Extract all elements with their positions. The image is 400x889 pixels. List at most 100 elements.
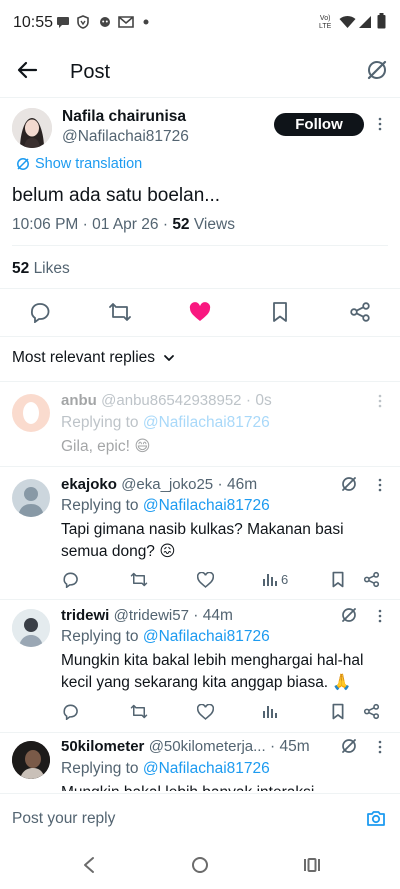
replies-sort-label: Most relevant replies bbox=[12, 349, 156, 366]
show-translation-link[interactable]: Show translation bbox=[16, 156, 142, 172]
reply-author-handle[interactable]: @50kilometerja... bbox=[149, 738, 266, 755]
post-text: belum ada satu boelan... bbox=[12, 185, 221, 206]
reply-author-handle[interactable]: @anbu86542938952 bbox=[101, 392, 241, 409]
likes-stat[interactable]: 52 Likes bbox=[12, 260, 70, 278]
reply-icon[interactable] bbox=[62, 571, 79, 588]
reply-item[interactable]: 50kilometer @50kilometerja... · 45m Repl… bbox=[0, 733, 400, 791]
author-name[interactable]: Nafila chairunisa bbox=[62, 108, 186, 126]
nav-back-icon[interactable] bbox=[82, 856, 96, 874]
replying-to-label: Replying to bbox=[61, 497, 139, 514]
likes-count: 52 bbox=[12, 260, 30, 277]
follow-button[interactable]: Follow bbox=[274, 113, 364, 136]
replying-to-label: Replying to bbox=[61, 414, 139, 431]
like-icon[interactable] bbox=[197, 704, 214, 720]
replying-to-handle[interactable]: @Nafilachai81726 bbox=[143, 760, 270, 777]
wifi-icon bbox=[339, 15, 356, 29]
repost-icon[interactable] bbox=[130, 571, 148, 588]
grok-icon[interactable] bbox=[340, 737, 358, 755]
post-time: 10:06 PM bbox=[12, 216, 79, 233]
grok-icon[interactable] bbox=[365, 58, 389, 82]
gmail-notification-icon bbox=[118, 15, 134, 29]
reply-item[interactable]: anbu @anbu86542938952 · 0s Replying to @… bbox=[0, 382, 400, 466]
more-options-icon[interactable] bbox=[372, 116, 388, 132]
more-options-icon[interactable] bbox=[372, 393, 388, 409]
reply-action-bar bbox=[0, 702, 400, 722]
reply-author-name[interactable]: 50kilometer bbox=[61, 738, 144, 755]
reply-text: Mungkin kita bakal lebih menghargai hal-… bbox=[61, 652, 364, 691]
reply-input-placeholder[interactable]: Post your reply bbox=[12, 810, 115, 828]
top-app-bar: Post bbox=[0, 46, 400, 98]
reply-author-handle[interactable]: @tridewi57 bbox=[114, 607, 189, 624]
more-options-icon[interactable] bbox=[372, 739, 388, 755]
reply-text: Gila, epic! 😄 bbox=[61, 438, 151, 455]
replying-to-label: Replying to bbox=[61, 628, 139, 645]
post-date: 01 Apr 26 bbox=[92, 216, 159, 233]
reply-composer[interactable]: Post your reply bbox=[0, 794, 400, 840]
reply-icon[interactable] bbox=[62, 703, 79, 720]
replying-to-handle[interactable]: @Nafilachai81726 bbox=[143, 497, 270, 514]
reply-icon[interactable] bbox=[29, 301, 51, 323]
back-arrow-icon[interactable] bbox=[16, 59, 38, 81]
likes-label: Likes bbox=[33, 260, 70, 277]
reply-text: Mungkin bakal lebih banyak interaksi bbox=[61, 782, 314, 791]
default-avatar[interactable] bbox=[12, 479, 50, 517]
reply-author-handle[interactable]: @eka_joko25 bbox=[121, 476, 213, 493]
volte-indicator: Vo) LTE bbox=[319, 15, 332, 30]
author-avatar[interactable] bbox=[12, 108, 52, 148]
divider bbox=[12, 245, 388, 246]
reply-author-name[interactable]: tridewi bbox=[61, 607, 109, 624]
bookmark-icon[interactable] bbox=[331, 703, 345, 720]
grok-icon[interactable] bbox=[340, 475, 358, 493]
views-label: Views bbox=[193, 216, 235, 233]
status-time: 10:55 bbox=[13, 14, 54, 31]
more-options-icon[interactable] bbox=[372, 608, 388, 624]
like-icon[interactable] bbox=[197, 572, 214, 588]
repost-icon[interactable] bbox=[108, 301, 132, 323]
show-translation-label: Show translation bbox=[35, 156, 143, 172]
replies-sort-dropdown[interactable]: Most relevant replies bbox=[12, 349, 175, 367]
camera-icon[interactable] bbox=[366, 808, 386, 828]
status-bar: 10:55 Vo) LTE bbox=[0, 0, 400, 46]
reply-avatar[interactable] bbox=[12, 741, 50, 779]
reply-avatar[interactable] bbox=[12, 609, 50, 647]
like-icon-active[interactable] bbox=[189, 302, 211, 322]
reply-item[interactable]: tridewi @tridewi57 · 44m Replying to @Na… bbox=[0, 600, 400, 732]
replying-to-label: Replying to bbox=[61, 760, 139, 777]
vpn-notification-icon bbox=[76, 15, 90, 29]
nav-home-icon[interactable] bbox=[191, 856, 209, 874]
share-icon[interactable] bbox=[363, 703, 380, 720]
reply-text: Tapi gimana nasib kulkas? Makanan basi s… bbox=[61, 521, 344, 560]
reply-views-count: 6 bbox=[281, 572, 289, 587]
reply-avatar[interactable] bbox=[12, 394, 50, 432]
battery-icon bbox=[377, 13, 386, 29]
author-handle[interactable]: @Nafilachai81726 bbox=[62, 128, 189, 146]
grok-icon[interactable] bbox=[340, 606, 358, 624]
post-meta: 10:06 PM · 01 Apr 26 · 52 Views bbox=[12, 216, 235, 233]
reply-time: 0s bbox=[255, 392, 272, 409]
system-navigation-bar bbox=[0, 840, 400, 889]
bookmark-icon[interactable] bbox=[271, 301, 289, 323]
more-notifications-dot-icon bbox=[143, 19, 149, 25]
views-stat[interactable]: 6 bbox=[263, 571, 288, 587]
divider bbox=[0, 288, 400, 289]
nav-recents-icon[interactable] bbox=[303, 856, 321, 874]
translate-icon bbox=[16, 157, 30, 171]
replying-to-handle[interactable]: @Nafilachai81726 bbox=[143, 414, 270, 431]
reply-time: 46m bbox=[226, 476, 258, 493]
reply-time: 45m bbox=[279, 738, 310, 755]
reply-author-name[interactable]: anbu bbox=[61, 392, 97, 409]
reply-item[interactable]: ekajoko @eka_joko25 · 46m Replying to @N… bbox=[0, 467, 400, 599]
reply-time: 44m bbox=[202, 607, 233, 624]
post-action-bar bbox=[0, 300, 400, 324]
reply-author-name[interactable]: ekajoko bbox=[61, 476, 117, 493]
more-options-icon[interactable] bbox=[372, 477, 388, 493]
analytics-icon bbox=[263, 574, 277, 586]
repost-icon[interactable] bbox=[130, 703, 148, 720]
bookmark-icon[interactable] bbox=[331, 571, 345, 588]
views-count: 52 bbox=[172, 216, 190, 233]
replying-to-handle[interactable]: @Nafilachai81726 bbox=[143, 628, 270, 645]
analytics-icon[interactable] bbox=[263, 703, 277, 719]
page-title: Post bbox=[70, 61, 111, 83]
share-icon[interactable] bbox=[363, 571, 380, 588]
share-icon[interactable] bbox=[349, 301, 371, 323]
